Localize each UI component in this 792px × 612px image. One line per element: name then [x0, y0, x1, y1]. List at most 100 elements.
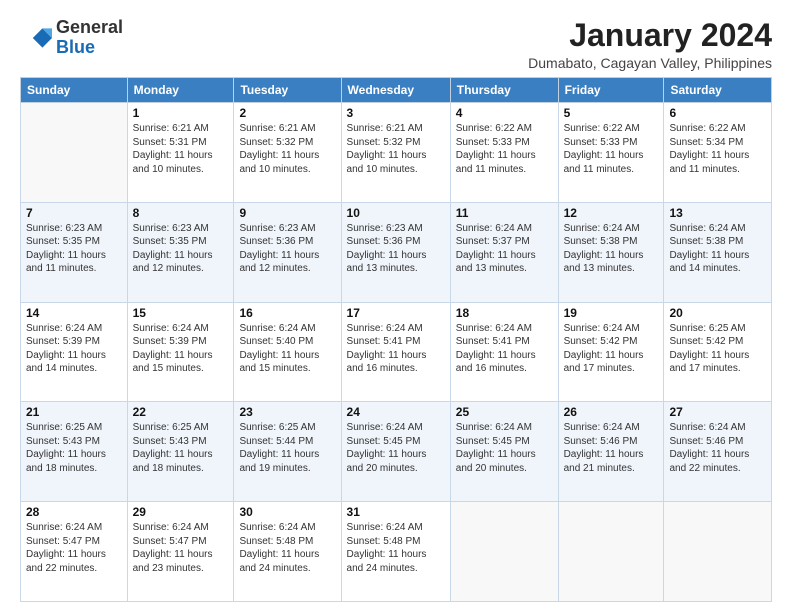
calendar-cell: 19Sunrise: 6:24 AMSunset: 5:42 PMDayligh… — [558, 302, 664, 402]
calendar-cell: 24 Sunrise: 6:24 AMSunset: 5:45 PMDayligh… — [341, 402, 450, 502]
day-number: 22 — [133, 405, 229, 419]
calendar-cell: 9 Sunrise: 6:23 AMSunset: 5:36 PMDaylight… — [234, 202, 341, 302]
day-number: 7 — [26, 206, 122, 220]
day-number: 18 — [456, 306, 553, 320]
day-number: 20 — [669, 306, 766, 320]
calendar-cell: 26 Sunrise: 6:24 AMSunset: 5:46 PMDayligh… — [558, 402, 664, 502]
calendar-cell — [558, 502, 664, 602]
day-info: Sunrise: 6:21 AMSunset: 5:32 PMDaylight:… — [347, 122, 445, 176]
day-info: Sunrise: 6:24 AMSunset: 5:39 PMDaylight:… — [133, 322, 229, 376]
logo-text: General Blue — [56, 18, 123, 58]
calendar-cell: 10Sunrise: 6:23 AMSunset: 5:36 PMDayligh… — [341, 202, 450, 302]
day-info: Sunrise: 6:24 AMSunset: 5:40 PMDaylight:… — [239, 322, 335, 376]
calendar-cell: 3 Sunrise: 6:21 AMSunset: 5:32 PMDaylight… — [341, 103, 450, 203]
day-number: 13 — [669, 206, 766, 220]
day-info: Sunrise: 6:24 AMSunset: 5:48 PMDaylight:… — [239, 521, 335, 575]
logo: General Blue — [20, 18, 123, 58]
day-number: 4 — [456, 106, 553, 120]
day-info: Sunrise: 6:23 AMSunset: 5:35 PMDaylight:… — [133, 222, 229, 276]
calendar-table: Sunday Monday Tuesday Wednesday Thursday… — [20, 77, 772, 602]
day-info: Sunrise: 6:24 AMSunset: 5:38 PMDaylight:… — [669, 222, 766, 276]
calendar-cell: 4 Sunrise: 6:22 AMSunset: 5:33 PMDaylight… — [450, 103, 558, 203]
header-friday: Friday — [558, 78, 664, 103]
title-block: January 2024 Dumabato, Cagayan Valley, P… — [528, 18, 772, 71]
day-info: Sunrise: 6:24 AMSunset: 5:37 PMDaylight:… — [456, 222, 553, 276]
calendar-cell: 8 Sunrise: 6:23 AMSunset: 5:35 PMDaylight… — [127, 202, 234, 302]
logo-blue: Blue — [56, 37, 95, 57]
day-number: 21 — [26, 405, 122, 419]
header-tuesday: Tuesday — [234, 78, 341, 103]
header-wednesday: Wednesday — [341, 78, 450, 103]
day-info: Sunrise: 6:21 AMSunset: 5:31 PMDaylight:… — [133, 122, 229, 176]
calendar-body: 1 Sunrise: 6:21 AMSunset: 5:31 PMDaylight… — [21, 103, 772, 602]
day-number: 5 — [564, 106, 659, 120]
day-number: 16 — [239, 306, 335, 320]
calendar-cell: 13 Sunrise: 6:24 AMSunset: 5:38 PMDayligh… — [664, 202, 772, 302]
calendar-week-2: 7 Sunrise: 6:23 AMSunset: 5:35 PMDaylight… — [21, 202, 772, 302]
day-number: 9 — [239, 206, 335, 220]
day-info: Sunrise: 6:23 AMSunset: 5:36 PMDaylight:… — [347, 222, 445, 276]
day-number: 28 — [26, 505, 122, 519]
calendar-cell: 18 Sunrise: 6:24 AMSunset: 5:41 PMDayligh… — [450, 302, 558, 402]
day-number: 15 — [133, 306, 229, 320]
day-info: Sunrise: 6:24 AMSunset: 5:47 PMDaylight:… — [133, 521, 229, 575]
calendar-cell: 14Sunrise: 6:24 AMSunset: 5:39 PMDayligh… — [21, 302, 128, 402]
day-info: Sunrise: 6:25 AMSunset: 5:42 PMDaylight:… — [669, 322, 766, 376]
day-number: 6 — [669, 106, 766, 120]
calendar-cell — [664, 502, 772, 602]
day-info: Sunrise: 6:22 AMSunset: 5:34 PMDaylight:… — [669, 122, 766, 176]
day-number: 26 — [564, 405, 659, 419]
calendar-cell: 29Sunrise: 6:24 AMSunset: 5:47 PMDayligh… — [127, 502, 234, 602]
day-info: Sunrise: 6:24 AMSunset: 5:46 PMDaylight:… — [564, 421, 659, 475]
header-sunday: Sunday — [21, 78, 128, 103]
day-info: Sunrise: 6:22 AMSunset: 5:33 PMDaylight:… — [456, 122, 553, 176]
calendar-cell: 21 Sunrise: 6:25 AMSunset: 5:43 PMDayligh… — [21, 402, 128, 502]
day-info: Sunrise: 6:24 AMSunset: 5:45 PMDaylight:… — [347, 421, 445, 475]
day-number: 2 — [239, 106, 335, 120]
calendar-cell: 30 Sunrise: 6:24 AMSunset: 5:48 PMDayligh… — [234, 502, 341, 602]
calendar-cell: 23 Sunrise: 6:25 AMSunset: 5:44 PMDayligh… — [234, 402, 341, 502]
day-number: 24 — [347, 405, 445, 419]
calendar-cell: 16 Sunrise: 6:24 AMSunset: 5:40 PMDayligh… — [234, 302, 341, 402]
calendar-cell: 17Sunrise: 6:24 AMSunset: 5:41 PMDayligh… — [341, 302, 450, 402]
day-info: Sunrise: 6:21 AMSunset: 5:32 PMDaylight:… — [239, 122, 335, 176]
calendar-week-3: 14 Sunrise: 6:24 AMSunset: 5:39 PMDayligh… — [21, 302, 772, 402]
calendar-cell: 1 Sunrise: 6:21 AMSunset: 5:31 PMDaylight… — [127, 103, 234, 203]
day-number: 1 — [133, 106, 229, 120]
day-info: Sunrise: 6:23 AMSunset: 5:36 PMDaylight:… — [239, 222, 335, 276]
day-info: Sunrise: 6:24 AMSunset: 5:41 PMDaylight:… — [456, 322, 553, 376]
calendar-week-4: 21 Sunrise: 6:25 AMSunset: 5:43 PMDayligh… — [21, 402, 772, 502]
calendar-cell — [450, 502, 558, 602]
calendar-cell: 27Sunrise: 6:24 AMSunset: 5:46 PMDayligh… — [664, 402, 772, 502]
day-number: 14 — [26, 306, 122, 320]
day-info: Sunrise: 6:25 AMSunset: 5:43 PMDaylight:… — [26, 421, 122, 475]
weekday-header-row: Sunday Monday Tuesday Wednesday Thursday… — [21, 78, 772, 103]
day-info: Sunrise: 6:24 AMSunset: 5:48 PMDaylight:… — [347, 521, 445, 575]
calendar-cell: 11Sunrise: 6:24 AMSunset: 5:37 PMDayligh… — [450, 202, 558, 302]
day-info: Sunrise: 6:25 AMSunset: 5:44 PMDaylight:… — [239, 421, 335, 475]
day-info: Sunrise: 6:24 AMSunset: 5:42 PMDaylight:… — [564, 322, 659, 376]
calendar-week-5: 28 Sunrise: 6:24 AMSunset: 5:47 PMDayligh… — [21, 502, 772, 602]
logo-general: General — [56, 17, 123, 37]
page: General Blue January 2024 Dumabato, Caga… — [0, 0, 792, 612]
month-title: January 2024 — [528, 18, 772, 53]
day-info: Sunrise: 6:25 AMSunset: 5:43 PMDaylight:… — [133, 421, 229, 475]
day-number: 12 — [564, 206, 659, 220]
header-thursday: Thursday — [450, 78, 558, 103]
day-number: 25 — [456, 405, 553, 419]
calendar-cell: 12 Sunrise: 6:24 AMSunset: 5:38 PMDayligh… — [558, 202, 664, 302]
calendar-cell — [21, 103, 128, 203]
calendar-cell: 28Sunrise: 6:24 AMSunset: 5:47 PMDayligh… — [21, 502, 128, 602]
day-number: 31 — [347, 505, 445, 519]
location: Dumabato, Cagayan Valley, Philippines — [528, 55, 772, 71]
day-number: 8 — [133, 206, 229, 220]
day-info: Sunrise: 6:24 AMSunset: 5:41 PMDaylight:… — [347, 322, 445, 376]
header-monday: Monday — [127, 78, 234, 103]
header: General Blue January 2024 Dumabato, Caga… — [20, 18, 772, 71]
calendar-cell: 25Sunrise: 6:24 AMSunset: 5:45 PMDayligh… — [450, 402, 558, 502]
day-number: 3 — [347, 106, 445, 120]
day-info: Sunrise: 6:24 AMSunset: 5:38 PMDaylight:… — [564, 222, 659, 276]
day-number: 23 — [239, 405, 335, 419]
logo-icon — [20, 22, 52, 54]
day-number: 30 — [239, 505, 335, 519]
